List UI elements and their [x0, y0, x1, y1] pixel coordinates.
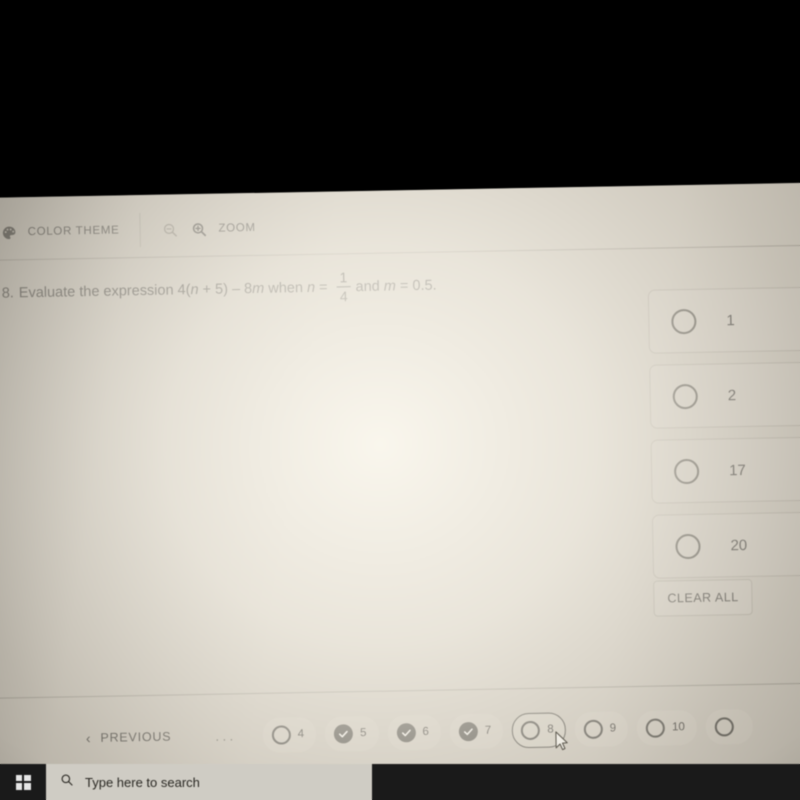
windows-taskbar: Type here to search [0, 764, 800, 800]
page-number: 9 [609, 722, 617, 735]
equals-sign-2: = 0.5. [395, 277, 437, 295]
page-number: 7 [484, 724, 492, 737]
question-part-3: when [264, 279, 308, 297]
taskbar-search-input[interactable]: Type here to search [46, 764, 372, 800]
page-pill-10[interactable]: 10 [636, 709, 698, 746]
radio-unanswered-icon [271, 724, 291, 745]
top-toolbar: COLOR THEME ZOOM [0, 190, 800, 259]
question-part-2: + 5) – 8 [198, 280, 253, 298]
page-number: 5 [359, 726, 367, 740]
zoom-in-icon[interactable] [189, 219, 209, 239]
radio-unanswered-icon [714, 716, 735, 737]
page-pill-9[interactable]: 9 [574, 710, 629, 747]
color-theme-label: COLOR THEME [27, 224, 120, 239]
answer-option-label: 2 [727, 386, 737, 404]
pagination-ellipsis: ... [215, 727, 237, 744]
question-number: 8. [1, 285, 14, 302]
answer-option[interactable]: 2 [649, 361, 800, 429]
page-pill-6[interactable]: 6 [387, 714, 442, 751]
previous-button[interactable]: ‹ PREVIOUS [85, 729, 172, 747]
zoom-controls: ZOOM [139, 210, 277, 248]
page-number: 6 [422, 725, 429, 738]
dark-bezel-area [0, 0, 800, 202]
variable-m-1: m [252, 280, 265, 297]
previous-label: PREVIOUS [100, 729, 172, 745]
page-pill-next-partial[interactable] [705, 708, 754, 745]
page-pill-4[interactable]: 4 [262, 716, 317, 753]
radio-button-icon[interactable] [671, 308, 697, 334]
check-answered-icon [458, 721, 479, 741]
answer-option[interactable]: 20 [651, 511, 800, 579]
answer-option[interactable]: 17 [650, 436, 800, 504]
windows-start-icon[interactable] [0, 764, 46, 800]
fraction-numerator: 1 [339, 269, 348, 286]
radio-button-icon[interactable] [672, 383, 698, 409]
equals-sign-1: = [314, 279, 332, 296]
page-pill-5[interactable]: 5 [324, 715, 379, 752]
answer-option-label: 1 [726, 311, 735, 329]
pagination-pills: 4 5 6 7 8 9 10 [262, 708, 754, 753]
question-navigation-bar: ‹ PREVIOUS ... 4 5 6 7 8 9 10 [0, 692, 800, 771]
mouse-cursor [554, 730, 569, 757]
answer-option-label: 20 [730, 536, 748, 554]
radio-button-icon[interactable] [675, 533, 701, 559]
answer-options-list: 1 2 17 20 [647, 286, 800, 579]
answer-option-label: 17 [728, 461, 746, 479]
radio-button-icon[interactable] [673, 458, 700, 484]
clear-all-container: CLEAR ALL [653, 578, 753, 617]
color-theme-button[interactable]: COLOR THEME [0, 213, 140, 250]
radio-unanswered-icon [645, 718, 666, 738]
fraction-denominator: 4 [339, 288, 348, 305]
page-number: 8 [547, 723, 554, 736]
taskbar-empty-area [372, 764, 800, 800]
zoom-label: ZOOM [218, 221, 256, 235]
clear-all-button[interactable]: CLEAR ALL [653, 578, 753, 617]
windows-logo [15, 774, 31, 790]
search-placeholder-text: Type here to search [85, 774, 200, 790]
page-pill-7[interactable]: 7 [449, 712, 504, 749]
zoom-out-icon[interactable] [160, 219, 180, 239]
radio-unanswered-icon [583, 719, 603, 739]
chevron-left-icon: ‹ [85, 730, 92, 747]
fraction-one-fourth: 1 4 [336, 269, 351, 305]
question-part-1: Evaluate the expression 4( [18, 281, 191, 302]
question-part-4: and [355, 278, 384, 295]
variable-m-2: m [383, 278, 397, 295]
page-number: 10 [671, 721, 685, 734]
palette-icon [0, 222, 19, 242]
answer-option[interactable]: 1 [647, 286, 800, 354]
fraction-bar [336, 286, 351, 288]
page-number: 4 [297, 728, 305, 741]
check-answered-icon [333, 723, 354, 744]
radio-unanswered-icon [521, 720, 541, 740]
question-text: 8. Evaluate the expression 4( n + 5) – 8… [1, 267, 562, 311]
photo-of-screen: COLOR THEME ZOOM 8. Evaluate the express… [0, 0, 800, 800]
quiz-screen: COLOR THEME ZOOM 8. Evaluate the express… [0, 182, 800, 800]
search-icon [60, 773, 74, 792]
check-answered-icon [396, 722, 416, 742]
